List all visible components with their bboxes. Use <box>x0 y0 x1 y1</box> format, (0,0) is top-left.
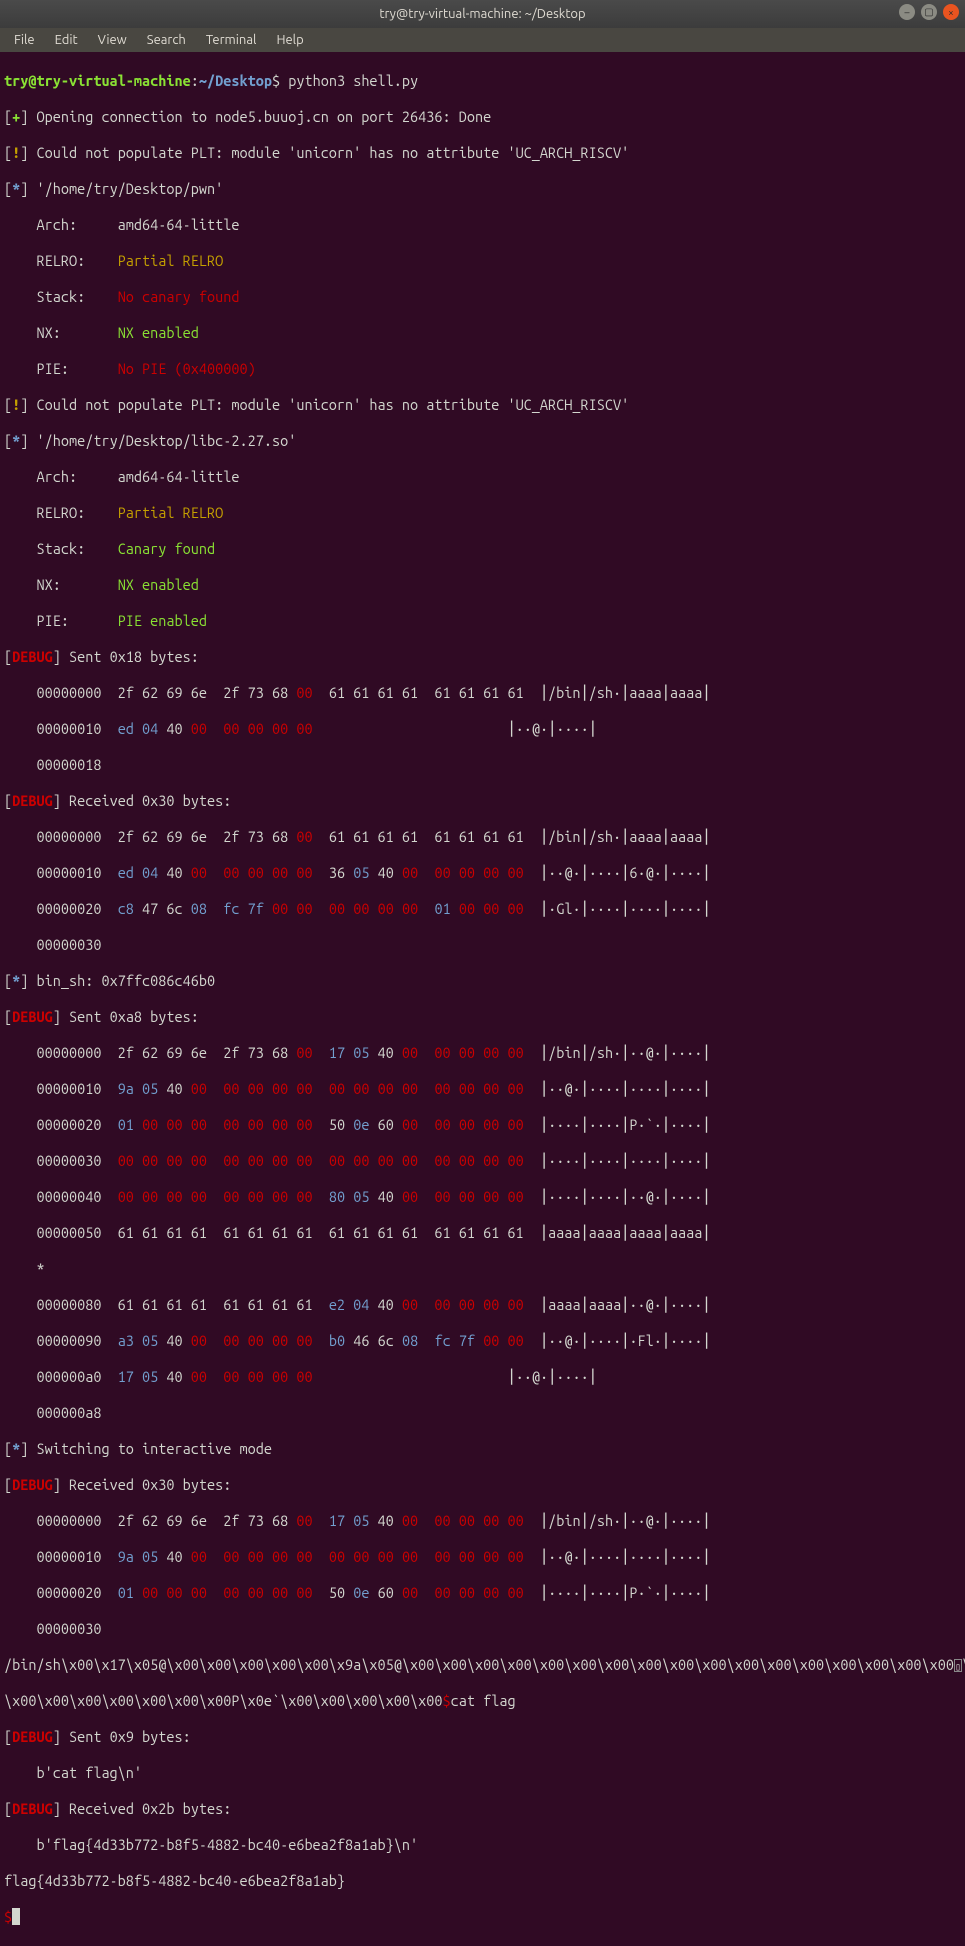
window-titlebar: try@try-virtual-machine: ~/Desktop – ▢ × <box>0 0 965 28</box>
output-line: [*] '/home/try/Desktop/pwn' <box>4 180 961 198</box>
debug-body: b'cat flag\n' <box>4 1764 961 1782</box>
command-text: python3 shell.py <box>288 72 418 89</box>
minimize-icon[interactable]: – <box>899 4 915 20</box>
hexdump-row: 00000000 2f 62 69 6e 2f 73 68 00 61 61 6… <box>4 684 961 702</box>
checksec-relro: RELRO: Partial RELRO <box>4 252 961 270</box>
hexdump-row: 00000020 01 00 00 00 00 00 00 00 50 0e 6… <box>4 1584 961 1602</box>
output-line: [*] Switching to interactive mode <box>4 1440 961 1458</box>
checksec-relro: RELRO: Partial RELRO <box>4 504 961 522</box>
window-buttons: – ▢ × <box>899 4 959 20</box>
hexdump-row: 00000010 ed 04 40 00 00 00 00 00 │··@·│·… <box>4 720 961 738</box>
output-line: [+] Opening connection to node5.buuoj.cn… <box>4 108 961 126</box>
checksec-pie: PIE: PIE enabled <box>4 612 961 630</box>
output-line: [*] '/home/try/Desktop/libc-2.27.so' <box>4 432 961 450</box>
checksec-stack: Stack: No canary found <box>4 288 961 306</box>
hexdump-row: 00000040 00 00 00 00 00 00 00 00 80 05 4… <box>4 1188 961 1206</box>
checksec-nx: NX: NX enabled <box>4 576 961 594</box>
raw-output: \x00\x00\x00\x00\x00\x00\x00P\x0e`\x00\x… <box>4 1692 961 1710</box>
prompt-path: ~/Desktop <box>199 72 272 89</box>
checksec-pie: PIE: No PIE (0x400000) <box>4 360 961 378</box>
window-title: try@try-virtual-machine: ~/Desktop <box>379 7 585 21</box>
menu-terminal[interactable]: Terminal <box>198 31 265 49</box>
hexdump-row: 00000020 c8 47 6c 08 fc 7f 00 00 00 00 0… <box>4 900 961 918</box>
debug-line: [DEBUG] Received 0x30 bytes: <box>4 1476 961 1494</box>
maximize-icon[interactable]: ▢ <box>921 4 937 20</box>
close-icon[interactable]: × <box>943 4 959 20</box>
debug-line: [DEBUG] Sent 0xa8 bytes: <box>4 1008 961 1026</box>
checksec-arch: Arch: amd64-64-little <box>4 216 961 234</box>
hexdump-row: 00000000 2f 62 69 6e 2f 73 68 00 61 61 6… <box>4 828 961 846</box>
debug-line: [DEBUG] Sent 0x9 bytes: <box>4 1728 961 1746</box>
interactive-prompt: $ <box>442 1692 450 1709</box>
hexdump-row: 00000030 00 00 00 00 00 00 00 00 00 00 0… <box>4 1152 961 1170</box>
menu-search[interactable]: Search <box>139 31 194 49</box>
shell-command: cat flag <box>451 1692 516 1709</box>
debug-line: [DEBUG] Sent 0x18 bytes: <box>4 648 961 666</box>
output-line: [!] Could not populate PLT: module 'unic… <box>4 144 961 162</box>
hexdump-row: 000000a0 17 05 40 00 00 00 00 00 │··@·│·… <box>4 1368 961 1386</box>
hexdump-row: 00000000 2f 62 69 6e 2f 73 68 00 17 05 4… <box>4 1512 961 1530</box>
hexdump-row: 00000000 2f 62 69 6e 2f 73 68 00 17 05 4… <box>4 1044 961 1062</box>
checksec-stack: Stack: Canary found <box>4 540 961 558</box>
checksec-nx: NX: NX enabled <box>4 324 961 342</box>
menu-view[interactable]: View <box>90 31 135 49</box>
hexdump-row: 00000010 9a 05 40 00 00 00 00 00 00 00 0… <box>4 1080 961 1098</box>
menu-edit[interactable]: Edit <box>47 31 86 49</box>
hexdump-row: 00000020 01 00 00 00 00 00 00 00 50 0e 6… <box>4 1116 961 1134</box>
debug-line: [DEBUG] Received 0x2b bytes: <box>4 1800 961 1818</box>
cursor-icon <box>12 1908 20 1925</box>
hexdump-row: 00000010 ed 04 40 00 00 00 00 00 36 05 4… <box>4 864 961 882</box>
hexdump-row: 00000090 a3 05 40 00 00 00 00 00 b0 46 6… <box>4 1332 961 1350</box>
raw-output: /bin/sh\x00\x17\x05@\x00\x00\x00\x00\x00… <box>4 1656 961 1674</box>
hexdump-row: 00000018 <box>4 756 961 774</box>
hexdump-row: 00000080 61 61 61 61 61 61 61 61 e2 04 4… <box>4 1296 961 1314</box>
terminal-body[interactable]: try@try-virtual-machine:~/Desktop$ pytho… <box>0 52 965 1946</box>
menu-file[interactable]: File <box>6 31 43 49</box>
hexdump-row: 000000a8 <box>4 1404 961 1422</box>
menubar: File Edit View Search Terminal Help <box>0 28 965 52</box>
hexdump-row: 00000030 <box>4 936 961 954</box>
checksec-arch: Arch: amd64-64-little <box>4 468 961 486</box>
debug-body: b'flag{4d33b772-b8f5-4882-bc40-e6bea2f8a… <box>4 1836 961 1854</box>
prompt-line: try@try-virtual-machine:~/Desktop$ pytho… <box>4 72 961 90</box>
hexdump-row: * <box>4 1260 961 1278</box>
menu-help[interactable]: Help <box>268 31 311 49</box>
output-line: [*] bin_sh: 0x7ffc086c46b0 <box>4 972 961 990</box>
hexdump-row: 00000050 61 61 61 61 61 61 61 61 61 61 6… <box>4 1224 961 1242</box>
flag-output: flag{4d33b772-b8f5-4882-bc40-e6bea2f8a1a… <box>4 1872 961 1890</box>
output-line: [!] Could not populate PLT: module 'unic… <box>4 396 961 414</box>
replacement-char-icon: ▯ <box>954 1659 962 1672</box>
hexdump-row: 00000030 <box>4 1620 961 1638</box>
interactive-prompt-line[interactable]: $ <box>4 1908 961 1926</box>
debug-line: [DEBUG] Received 0x30 bytes: <box>4 792 961 810</box>
prompt-user: try@try-virtual-machine <box>4 72 191 89</box>
hexdump-row: 00000010 9a 05 40 00 00 00 00 00 00 00 0… <box>4 1548 961 1566</box>
